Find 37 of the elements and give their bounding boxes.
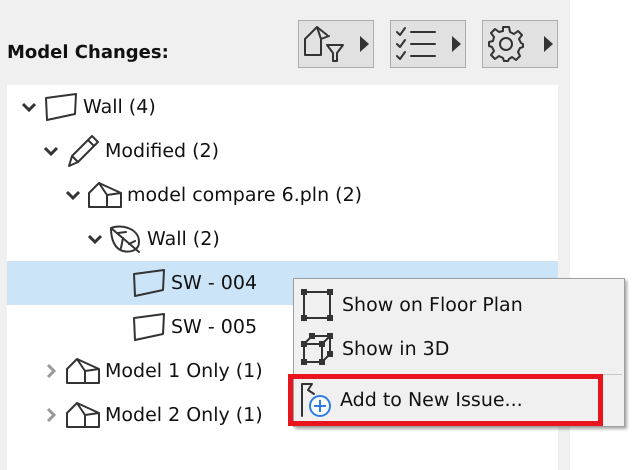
menu-item[interactable]: Show in 3D	[294, 327, 624, 371]
toolbar-dropdown-button[interactable]	[482, 20, 558, 68]
toolbar-dropdown-button[interactable]	[298, 20, 374, 68]
caret-icon	[452, 36, 461, 52]
flag-add-icon	[298, 382, 332, 418]
wall-icon	[43, 92, 79, 122]
menu-item[interactable]: Add to New Issue...	[292, 378, 599, 422]
wall-icon	[131, 268, 167, 298]
leaf-icon	[109, 224, 143, 254]
wall-icon	[131, 312, 167, 342]
house-filter-icon	[303, 25, 345, 63]
tree-label: SW - 005	[171, 314, 258, 340]
menu-item-label: Add to New Issue...	[340, 388, 523, 413]
house-icon	[65, 357, 101, 385]
settings-icon	[487, 25, 525, 63]
tree-row[interactable]: model compare 6.pln (2)	[7, 173, 558, 217]
tree-label: SW - 004	[171, 270, 258, 296]
tree-label: Wall (4)	[83, 94, 156, 120]
caret-icon	[360, 36, 369, 52]
tree-label: Model 2 Only (1)	[105, 402, 263, 428]
floor-plan-icon	[300, 288, 334, 322]
tree-label: model compare 6.pln (2)	[127, 182, 362, 208]
toolbar-dropdown-button[interactable]	[390, 20, 466, 68]
cube-icon	[300, 332, 334, 366]
house-icon	[65, 401, 101, 429]
tree-row[interactable]: Wall (4)	[7, 85, 558, 129]
tree-row[interactable]: Modified (2)	[7, 129, 558, 173]
tree-label: Wall (2)	[147, 226, 220, 252]
caret-icon	[544, 36, 553, 52]
pencil-icon	[65, 134, 101, 168]
panel-title: Model Changes:	[7, 41, 169, 65]
checklist-icon	[395, 26, 437, 62]
house-icon	[87, 181, 123, 209]
tree-label: Model 1 Only (1)	[105, 358, 263, 384]
menu-item-label: Show in 3D	[342, 336, 450, 362]
tree-row[interactable]: Wall (2)	[7, 217, 558, 261]
tree-label: Modified (2)	[105, 138, 220, 164]
